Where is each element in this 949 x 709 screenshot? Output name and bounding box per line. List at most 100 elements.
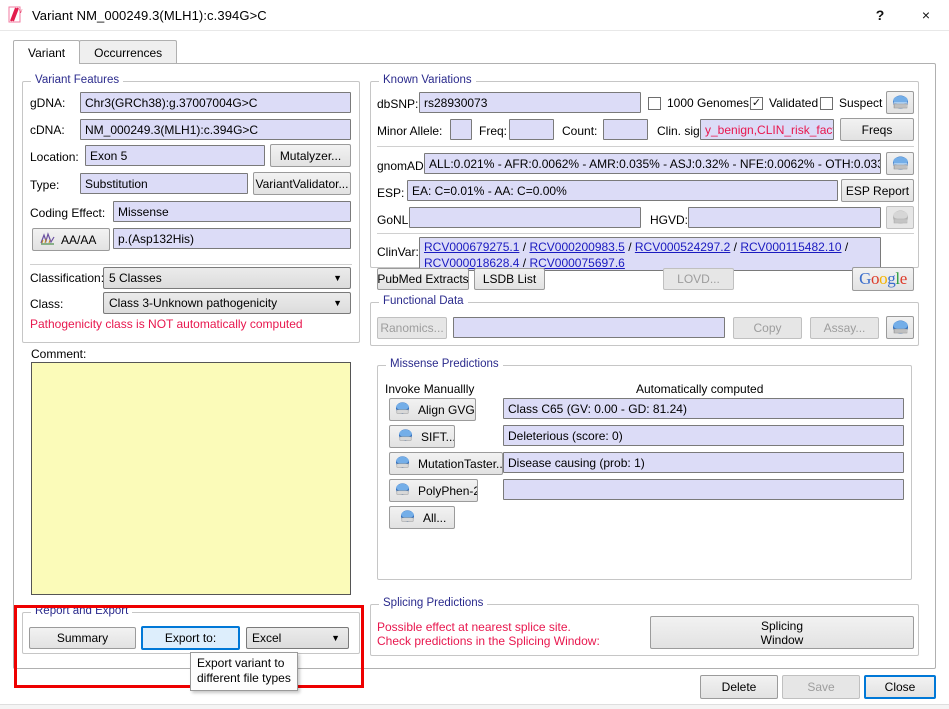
cdna-field[interactable]: NM_000249.3(MLH1):c.394G>C	[80, 119, 351, 140]
coding-effect-field[interactable]: Missense	[113, 201, 351, 222]
clinvar-divider	[377, 233, 914, 234]
checkbox-box: ✓	[750, 96, 763, 110]
class-select[interactable]: Class 3-Unknown pathogenicity ▼	[103, 292, 351, 314]
count-field[interactable]	[603, 119, 648, 140]
sift-result[interactable]: Deleterious (score: 0)	[503, 425, 904, 446]
tab-occurrences[interactable]: Occurrences	[79, 40, 178, 64]
comment-textarea[interactable]	[31, 362, 351, 595]
variantvalidator-button[interactable]: VariantValidator...	[253, 172, 351, 195]
gnomad-field[interactable]: ALL:0.021% - AFR:0.0062% - AMR:0.035% - …	[424, 153, 881, 174]
chromatogram-icon	[40, 231, 55, 248]
clinvar-link[interactable]: RCV000200983.5	[529, 240, 624, 254]
checkbox-suspect-label: Suspect	[839, 96, 883, 110]
known-variations-legend: Known Variations	[379, 74, 476, 86]
freq-field[interactable]	[509, 119, 554, 140]
auto-computed-header: Automatically computed	[636, 382, 764, 396]
window-title: Variant NM_000249.3(MLH1):c.394G>C	[32, 7, 267, 23]
export-format-select[interactable]: Excel ▼	[246, 627, 349, 649]
help-button[interactable]: ?	[857, 0, 903, 30]
comment-label: Comment:	[31, 347, 87, 361]
splicing-predictions-legend: Splicing Predictions	[379, 597, 488, 609]
globe-icon	[395, 456, 412, 471]
classification-value: 5 Classes	[109, 271, 162, 285]
sep: /	[730, 240, 741, 254]
align-gvgd-button[interactable]: Align GVGD...	[389, 398, 476, 421]
clinvar-link[interactable]: RCV000679275.1	[424, 240, 519, 254]
pubmed-extracts-button[interactable]: PubMed Extracts	[377, 268, 469, 290]
close-icon[interactable]: ×	[903, 0, 949, 30]
clinvar-link[interactable]: RCV000115482.10	[740, 240, 841, 254]
status-bar	[0, 704, 949, 709]
globe-icon	[398, 429, 415, 444]
tab-variant[interactable]: Variant	[13, 40, 81, 64]
variant-features-legend: Variant Features	[31, 74, 124, 86]
align-gvgd-result[interactable]: Class C65 (GV: 0.00 - GD: 81.24)	[503, 398, 904, 419]
title-bar: v Variant NM_000249.3(MLH1):c.394G>C ? ×	[0, 0, 949, 30]
checkbox-validated[interactable]: ✓ Validated	[750, 96, 818, 110]
mutationtaster-result[interactable]: Disease causing (prob: 1)	[503, 452, 904, 473]
polyphen2-button[interactable]: PolyPhen-2...	[389, 479, 478, 502]
freq-label: Freq:	[479, 124, 508, 138]
esp-report-button[interactable]: ESP Report	[841, 179, 914, 202]
missense-predictions-legend: Missense Predictions	[386, 358, 503, 370]
assay-button: Assay...	[810, 317, 879, 339]
dbsnp-field[interactable]: rs28930073	[419, 92, 641, 113]
sift-label: SIFT...	[421, 429, 455, 444]
gdna-field[interactable]: Chr3(GRCh38):g.37007004G>C	[80, 92, 351, 113]
gdna-label: gDNA:	[30, 96, 66, 110]
splicing-window-line2: Window	[760, 632, 804, 647]
functional-data-web-button[interactable]	[886, 316, 914, 339]
class-value: Class 3-Unknown pathogenicity	[109, 296, 278, 310]
protein-change-field[interactable]: p.(Asp132His)	[113, 228, 351, 249]
variant-logo-icon: v	[7, 6, 25, 24]
lsdb-list-button[interactable]: LSDB List	[474, 268, 545, 290]
tooltip-line1: Export variant to	[197, 656, 285, 670]
location-label: Location:	[30, 150, 79, 164]
gonl-field[interactable]	[409, 207, 641, 228]
sep: /	[624, 240, 635, 254]
export-to-button[interactable]: Export to:	[141, 626, 240, 650]
all-predictions-button[interactable]: All...	[389, 506, 455, 529]
close-button[interactable]: Close	[864, 675, 936, 699]
location-field[interactable]: Exon 5	[85, 145, 265, 166]
clinvar-links-field[interactable]: RCV000679275.1 / RCV000200983.5 / RCV000…	[419, 237, 881, 271]
cdna-label: cDNA:	[30, 123, 65, 137]
esp-field[interactable]: EA: C=0.01% - AA: C=0.00%	[407, 180, 838, 201]
hgvd-field[interactable]	[688, 207, 881, 228]
chevron-down-icon: ▼	[331, 633, 340, 643]
sift-button[interactable]: SIFT...	[389, 425, 455, 448]
splicing-window-button[interactable]: Splicing Window	[650, 616, 914, 649]
all-label: All...	[423, 510, 447, 525]
clinvar-link[interactable]: RCV000524297.2	[635, 240, 730, 254]
save-button: Save	[782, 675, 860, 699]
classification-label: Classification:	[30, 271, 105, 285]
sep: /	[519, 240, 530, 254]
checkbox-suspect[interactable]: Suspect	[820, 96, 882, 110]
active-tab-joint	[14, 63, 72, 65]
minor-allele-field[interactable]	[450, 119, 472, 140]
globe-icon	[395, 402, 412, 417]
clin-signif-field[interactable]: y_benign,CLIN_risk_factor	[700, 119, 834, 140]
export-tooltip: Export variant to different file types	[190, 652, 298, 691]
polyphen2-result[interactable]	[503, 479, 904, 500]
dbsnp-label: dbSNP:	[377, 97, 419, 111]
gnomad-web-button[interactable]	[886, 152, 914, 175]
globe-icon	[892, 156, 909, 171]
mutationtaster-button[interactable]: MutationTaster...	[389, 452, 503, 475]
classification-select[interactable]: 5 Classes ▼	[103, 267, 351, 289]
functional-data-legend: Functional Data	[379, 295, 468, 307]
checkbox-1000-genomes[interactable]: 1000 Genomes	[648, 96, 749, 110]
summary-button[interactable]: Summary	[29, 627, 136, 649]
ranomics-button: Ranomics...	[377, 317, 447, 339]
report-and-export-legend: Report and Export	[31, 605, 133, 617]
mutalyzer-button[interactable]: Mutalyzer...	[270, 144, 351, 167]
freqs-button[interactable]: Freqs	[840, 118, 914, 141]
google-button[interactable]: Google	[852, 267, 914, 291]
type-field[interactable]: Substitution	[80, 173, 248, 194]
aa-alignment-button[interactable]: AA/AA	[32, 228, 110, 251]
functional-data-field[interactable]	[453, 317, 725, 338]
checkbox-box	[820, 96, 833, 110]
splicing-message-line2: Check predictions in the Splicing Window…	[377, 634, 600, 648]
dbsnp-web-button[interactable]	[886, 91, 914, 114]
delete-button[interactable]: Delete	[700, 675, 778, 699]
